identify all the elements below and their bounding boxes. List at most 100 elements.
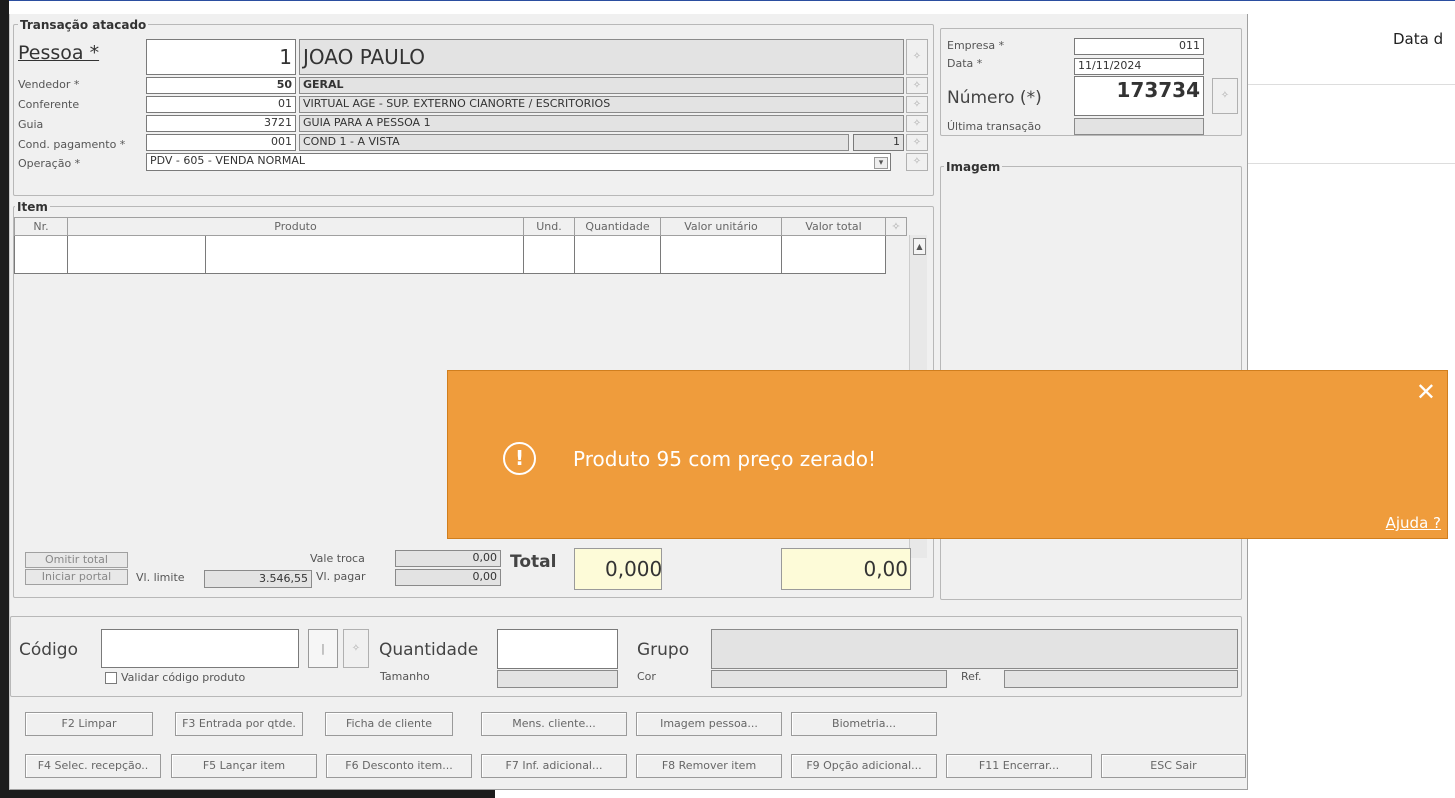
f8-remover-item-button[interactable]: F8 Remover item <box>636 754 782 778</box>
f2-limpar-button[interactable]: F2 Limpar <box>25 712 153 736</box>
operacao-value: PDV - 605 - VENDA NORMAL <box>150 154 306 167</box>
f6-desconto-item-button[interactable]: F6 Desconto item... <box>326 754 472 778</box>
background-divider <box>1248 84 1455 85</box>
iniciar-portal-button[interactable]: Iniciar portal <box>25 569 128 585</box>
validar-label: Validar código produto <box>121 671 246 684</box>
vl-pagar-label: Vl. pagar <box>316 570 366 583</box>
column-header[interactable]: Valor total <box>781 217 886 236</box>
operacao-label: Operação * <box>18 157 81 170</box>
cond-code-input[interactable]: 001 <box>146 134 296 151</box>
mens-cliente-button[interactable]: Mens. cliente... <box>481 712 627 736</box>
column-header[interactable]: Produto <box>67 217 524 236</box>
vale-troca-field: 0,00 <box>395 550 501 567</box>
table-cell[interactable] <box>205 235 524 274</box>
taskbar-fragment <box>9 790 495 798</box>
table-cell[interactable] <box>14 235 68 274</box>
column-header[interactable]: Quantidade <box>574 217 661 236</box>
f4-selec-recepcao-button[interactable]: F4 Selec. recepção.. <box>25 754 161 778</box>
column-header[interactable]: Und. <box>523 217 575 236</box>
background-divider-2 <box>1248 163 1455 164</box>
ref-label: Ref. <box>961 670 982 683</box>
alert-icon: ! <box>503 442 536 475</box>
pessoa-name-field: JOAO PAULO <box>299 39 904 75</box>
pessoa-lookup-icon[interactable]: ✧ <box>906 39 928 75</box>
f3-entrada-button[interactable]: F3 Entrada por qtde. <box>175 712 303 736</box>
column-config-icon[interactable]: ✧ <box>885 217 907 236</box>
cond-name-field: COND 1 - A VISTA <box>299 134 849 151</box>
pessoa-code-input[interactable]: 1 <box>146 39 296 75</box>
cond-count-field: 1 <box>853 134 904 151</box>
numero-label: Número (*) <box>947 88 1042 108</box>
background-date-label: Data d <box>1393 30 1444 48</box>
vendedor-label: Vendedor * <box>18 78 80 91</box>
scroll-up-icon[interactable]: ▲ <box>913 238 926 255</box>
omitir-total-button[interactable]: Omitir total <box>25 552 128 568</box>
codigo-label: Código <box>19 640 78 660</box>
help-link[interactable]: Ajuda ? <box>1386 514 1441 532</box>
f11-encerrar-button[interactable]: F11 Encerrar... <box>946 754 1092 778</box>
column-header[interactable]: Nr. <box>14 217 68 236</box>
table-row[interactable] <box>14 235 907 274</box>
cond-pagamento-label: Cond. pagamento * <box>18 138 126 151</box>
cor-field <box>711 670 947 688</box>
operacao-select[interactable]: PDV - 605 - VENDA NORMAL <box>146 153 891 171</box>
imagem-pessoa-button[interactable]: Imagem pessoa... <box>636 712 782 736</box>
quantidade-label: Quantidade <box>379 640 479 660</box>
conferente-name-field: VIRTUAL AGE - SUP. EXTERNO CIANORTE / ES… <box>299 96 904 113</box>
ficha-cliente-button[interactable]: Ficha de cliente <box>325 712 453 736</box>
data-input[interactable]: 11/11/2024 <box>1074 58 1204 75</box>
close-icon[interactable]: ✕ <box>1416 378 1436 406</box>
tamanho-field <box>497 670 618 688</box>
guia-code-input[interactable]: 3721 <box>146 115 296 132</box>
table-cell[interactable] <box>67 235 206 274</box>
conferente-lookup-icon[interactable]: ✧ <box>906 96 928 113</box>
table-cell[interactable] <box>781 235 886 274</box>
column-header[interactable]: Valor unitário <box>660 217 782 236</box>
conferente-label: Conferente <box>18 98 80 111</box>
table-cell[interactable] <box>660 235 782 274</box>
chevron-down-icon[interactable]: ▾ <box>874 157 888 169</box>
tamanho-label: Tamanho <box>380 670 430 683</box>
quantidade-input[interactable] <box>497 629 618 669</box>
table-cell[interactable] <box>523 235 575 274</box>
data-label: Data * <box>947 57 983 70</box>
grupo-label: Grupo <box>637 640 690 660</box>
guia-name-field: GUIA PARA A PESSOA 1 <box>299 115 904 132</box>
f7-inf-adicional-button[interactable]: F7 Inf. adicional... <box>481 754 627 778</box>
toast-message: Produto 95 com preço zerado! <box>573 447 877 471</box>
vendedor-name-field: GERAL <box>299 77 904 94</box>
vl-pagar-field: 0,00 <box>395 569 501 586</box>
biometria-button[interactable]: Biometria... <box>791 712 937 736</box>
validar-checkbox[interactable] <box>105 672 117 684</box>
numero-lookup-icon[interactable]: ✧ <box>1212 78 1238 114</box>
ultima-transacao-label: Última transação <box>947 120 1041 133</box>
vl-limite-label: Vl. limite <box>136 571 185 584</box>
grupo-field <box>711 629 1238 669</box>
f9-opcao-adicional-button[interactable]: F9 Opção adicional... <box>791 754 937 778</box>
total-label: Total <box>510 552 557 572</box>
item-table-header: Nr. Produto Und. Quantidade Valor unitár… <box>14 217 907 236</box>
cor-label: Cor <box>637 670 656 683</box>
cond-lookup-icon[interactable]: ✧ <box>906 134 928 151</box>
table-cell[interactable] <box>574 235 661 274</box>
vl-limite-field: 3.546,55 <box>204 570 312 588</box>
esc-sair-button[interactable]: ESC Sair <box>1101 754 1246 778</box>
table-cell <box>885 235 907 274</box>
conferente-code-input[interactable]: 01 <box>146 96 296 113</box>
empresa-label: Empresa * <box>947 39 1005 52</box>
item-table[interactable]: Nr. Produto Und. Quantidade Valor unitár… <box>14 217 907 274</box>
vendedor-lookup-icon[interactable]: ✧ <box>906 77 928 94</box>
vale-troca-label: Vale troca <box>310 552 365 565</box>
total-quantity-field: 0,000 <box>574 548 662 590</box>
operacao-lookup-icon[interactable]: ✧ <box>906 153 928 171</box>
ultima-transacao-field <box>1074 118 1204 135</box>
numero-input[interactable]: 173734 <box>1074 76 1204 116</box>
empresa-input[interactable]: 011 <box>1074 38 1204 55</box>
codigo-lookup-icon[interactable]: ✧ <box>343 629 369 668</box>
codigo-input[interactable] <box>101 629 299 668</box>
f5-lancar-item-button[interactable]: F5 Lançar item <box>171 754 317 778</box>
vendedor-code-input[interactable]: 50 <box>146 77 296 94</box>
bar-button[interactable]: | <box>308 629 338 668</box>
guia-lookup-icon[interactable]: ✧ <box>906 115 928 132</box>
imagem-title: Imagem <box>944 160 1003 174</box>
